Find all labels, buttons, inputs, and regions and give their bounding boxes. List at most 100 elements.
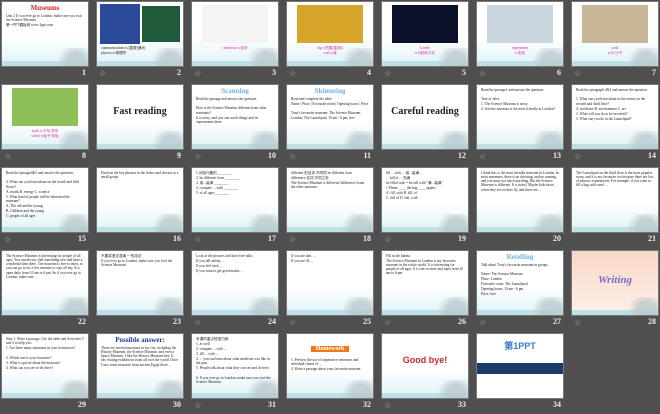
slide-thumbnail[interactable]: Homework 1. Preview the use of imperative… [287,334,373,398]
floral-decoration [143,214,183,232]
floral-decoration [428,297,468,315]
slide-thumbnail[interactable]: dig v.挖掘;掘(地) coal n.煤 [287,2,373,66]
slide-text: difference 名词 不同之处 [291,176,329,180]
slide-thumbnail[interactable]: 1.对感兴趣的 ________ 2. be different from ___… [192,168,278,232]
slide-number: 20 [553,234,561,243]
slide-thumbnail[interactable]: Scanning Read the passage and answer the … [192,85,278,149]
slide-thumbnail[interactable]: Read the passage4&5 and answer the quest… [2,168,88,232]
slide-title: Possible answer: [115,336,165,344]
slide-picture [202,5,268,43]
slide-thumbnail[interactable]: sand n.沙;沙子 [572,2,658,66]
animation-star-icon: ☆ [479,318,487,327]
slide-text: 1. Are there many museums in your hometo… [6,346,76,351]
slide-text: coal n.煤 [323,51,337,55]
slide-text: How is the Science Museum different from… [196,106,267,115]
floral-decoration [523,214,563,232]
slide-slot: dig v.挖掘;掘(地) coal n.煤 ☆ 4 [287,2,373,82]
slide-text: experiment [511,46,529,50]
floral-decoration [238,297,278,315]
slide-thumbnail[interactable]: If you are late, ... If you are ill, ... [287,251,373,315]
slide-thumbnail[interactable]: Writing [572,251,658,315]
slide-text: sand [611,46,619,50]
slide-text: 2. be different from ________ [196,176,240,180]
floral-decoration [523,131,563,149]
slide-slot: fill ... with ... 用...装满...... full of .… [382,168,468,248]
slide-thumbnail[interactable]: Read the passage1 and answer the questio… [477,85,563,149]
slide-text: 3. 用...装满 ________ [196,181,229,185]
slide-number: 19 [458,234,466,243]
slide-text: 2. Write a passage about your favourite … [291,367,362,372]
slide-slot: 第1PPT 34 [477,334,563,414]
slide-thumbnail[interactable]: Fast reading [97,85,183,149]
slide-thumbnail[interactable]: experiment n.实验 [477,2,563,66]
slide-text: Find out the key phrases in the letters … [101,171,179,180]
slide-picture [100,4,140,44]
slide-thumbnail[interactable]: Possible answer: There are several museum… [97,334,183,398]
slide-text: wheel n.轮子;车轮 [31,134,59,138]
animation-star-icon: ☆ [289,318,297,327]
slide-text: communications n.(复数)通讯 [101,46,146,50]
slide-thumbnail[interactable]: 本课时重点短语归纳 1. as well 2. compare ... with .… [192,334,278,398]
slide-thumbnail[interactable]: Retelling Talk about Tony's favourite mus… [477,251,563,315]
slide-thumbnail[interactable]: communications n.(复数)通讯 physics n.物理学 [97,2,183,66]
slide-thumbnail[interactable]: Careful reading [382,85,468,149]
slide-text: Name: The Science Museum [481,272,523,277]
slide-slot: Step 1: Write a passage. Use the table a… [2,334,88,414]
slide-thumbnail[interactable]: I think this is the most friendly museum… [477,168,563,232]
slide-slot: sand n.沙;沙子 ☆ 7 [572,2,658,82]
slide-text: The Launchpad on the third floor is the … [576,171,654,188]
slide-text: 3. fill ... with ... [196,352,219,356]
slide-number: 34 [553,400,561,409]
slide-text: C. people of all ages [6,214,36,219]
slide-slot: I think this is the most friendly museum… [477,168,563,248]
slide-slot: Lonely n.X射线;X光 ☆ 5 [382,2,468,82]
slide-thumbnail[interactable]: fill ... with ... 用...装满...... full of .… [382,168,468,232]
slide-text: 1. What can you learn about in the rooms… [576,97,646,106]
slide-slot: Retelling Talk about Tony's favourite mus… [477,251,563,331]
slide-text: There are several museums in my city, in… [101,346,178,367]
slide-number: 13 [553,151,561,160]
slide-thumbnail[interactable]: Fill in the blanks The Science Museum in … [382,251,468,315]
slide-title: Retelling [506,253,534,261]
slide-slot: experiment n.实验 ☆ 6 [477,2,563,82]
slide-thumbnail[interactable]: Good bye! [382,334,468,398]
slide-thumbnail[interactable]: 第1PPT [477,334,563,398]
slide-text: physics n.物理学 [101,51,127,55]
slide-thumbnail[interactable]: different 形容词 不同的 be different from diffe… [287,168,373,232]
slide-thumbnail[interactable]: truck n.卡车;货车 wheel n.轮子;车轮 [2,85,88,149]
animation-star-icon: ☆ [289,235,297,244]
slide-thumbnail[interactable]: Skimming Read and complete the table Name … [287,85,373,149]
floral-decoration [428,214,468,232]
slide-thumbnail[interactable]: Look at the pictures and have free talks… [192,251,278,315]
animation-star-icon: ☆ [574,152,582,161]
slide-slot: Good bye! ☆ 33 [382,334,468,414]
slide-text: Read and complete the table [291,97,332,101]
slide-thumbnail[interactable]: Read the paragraph 2&3 and answer the qu… [572,85,658,149]
slide-thumbnail[interactable]: The Science Museum is interesting for pe… [2,251,88,315]
slide-text: Read the passage1 and answer the questio… [481,88,544,92]
slide-thumbnail[interactable]: Museums Unit 2 If you ever go to London, … [2,2,88,66]
slide-thumbnail[interactable]: Step 1: Write a passage. Use the table a… [2,334,88,398]
slide-text: 1.对感兴趣的 ________ [196,171,232,175]
animation-star-icon: ☆ [479,152,487,161]
slide-text: 2. Which one is your favourite? [6,355,52,360]
slide-text: 4. ... you can learn about what medicine… [196,357,270,366]
slide-text: n.实验 [515,51,525,55]
slide-text: If you feel tired, ... [196,264,223,268]
slide-slot: Careful reading 12 [382,85,468,165]
slide-text: If you are late, ... [291,254,316,258]
slide-thumbnail[interactable]: Lonely n.X射线;X光 [382,2,468,66]
slide-number: 22 [78,317,86,326]
slide-text: Look at the pictures and have free talks [196,254,253,258]
slide-text: Talk about Tony's favourite museum in gr… [481,263,549,267]
slide-text: 2. compare ... with ... [196,347,227,351]
slide-number: 26 [458,317,466,326]
slide-text: 1. The Science Museum is noisy. [481,102,529,107]
slide-text: If you ever go to London, make sure you … [101,259,173,268]
slide-thumbnail[interactable]: Find out the key phrases in the letters … [97,168,183,232]
slide-thumbnail[interactable]: 不要将语法混淆 ---的用法 If you ever go to London, … [97,251,183,315]
slide-text: Read the passage4&5 and answer the quest… [6,171,74,175]
slide-slot: Scanning Read the passage and answer the … [192,85,278,165]
slide-thumbnail[interactable]: The Launchpad on the third floor is the … [572,168,658,232]
slide-thumbnail[interactable]: chemistry n.化学 [192,2,278,66]
